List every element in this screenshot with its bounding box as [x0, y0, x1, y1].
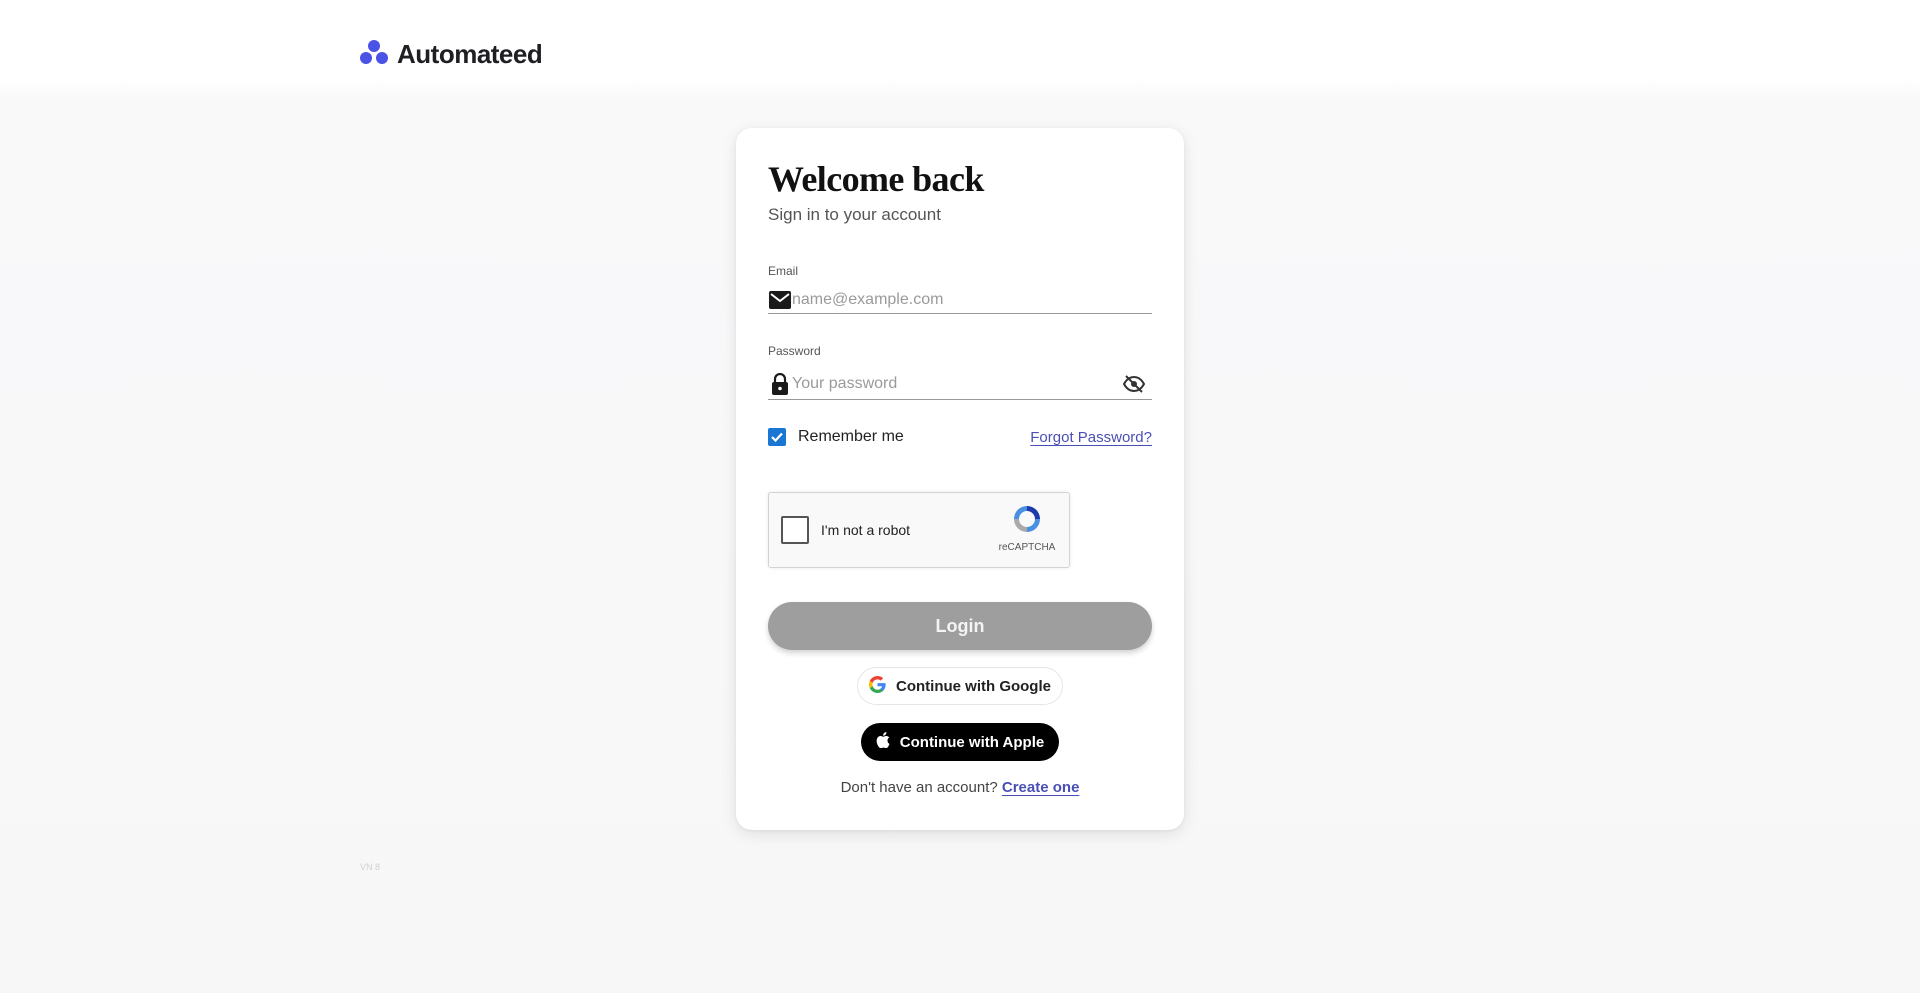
recaptcha-label: I'm not a robot	[821, 522, 911, 538]
google-button-label: Continue with Google	[896, 677, 1051, 695]
lock-icon	[768, 372, 792, 396]
apple-icon	[876, 732, 890, 752]
remember-me-checkbox[interactable]	[768, 428, 786, 446]
mail-icon	[768, 288, 792, 312]
brand-logo[interactable]: Automateed	[359, 38, 543, 71]
signup-prompt: Don't have an account? Create one	[736, 779, 1184, 796]
recaptcha-checkbox[interactable]	[781, 516, 809, 544]
apple-button-label: Continue with Apple	[899, 733, 1045, 751]
password-label: Password	[768, 344, 821, 358]
eye-off-icon[interactable]	[1122, 372, 1146, 396]
apple-signin-button[interactable]: Continue with Apple	[861, 723, 1059, 761]
create-account-link[interactable]: Create one	[1002, 779, 1080, 796]
login-button[interactable]: Login	[768, 602, 1152, 650]
remember-me[interactable]: Remember me	[768, 428, 904, 446]
recaptcha-brand: reCAPTCHA	[998, 542, 1056, 553]
brand-name: Automateed	[397, 39, 543, 69]
google-signin-button[interactable]: Continue with Google	[857, 667, 1063, 705]
page-title: Welcome back	[768, 159, 984, 199]
forgot-password-link[interactable]: Forgot Password?	[1030, 429, 1152, 446]
logo-icon	[359, 38, 389, 71]
recaptcha-widget: I'm not a robot reCAPTCHA	[768, 492, 1070, 568]
email-input[interactable]	[792, 287, 1152, 312]
password-input[interactable]	[792, 371, 1122, 396]
version-label: VN 8	[360, 862, 381, 872]
password-field-wrapper	[768, 368, 1152, 400]
recaptcha-icon	[1014, 506, 1040, 532]
email-field-wrapper	[768, 286, 1152, 314]
recaptcha-logo: reCAPTCHA	[997, 503, 1057, 553]
login-card: Welcome back Sign in to your account Ema…	[736, 128, 1184, 830]
remember-me-label: Remember me	[798, 428, 904, 445]
signup-prompt-text: Don't have an account?	[840, 779, 998, 796]
page-subtitle: Sign in to your account	[768, 205, 941, 224]
email-label: Email	[768, 264, 799, 278]
google-icon	[869, 675, 886, 697]
